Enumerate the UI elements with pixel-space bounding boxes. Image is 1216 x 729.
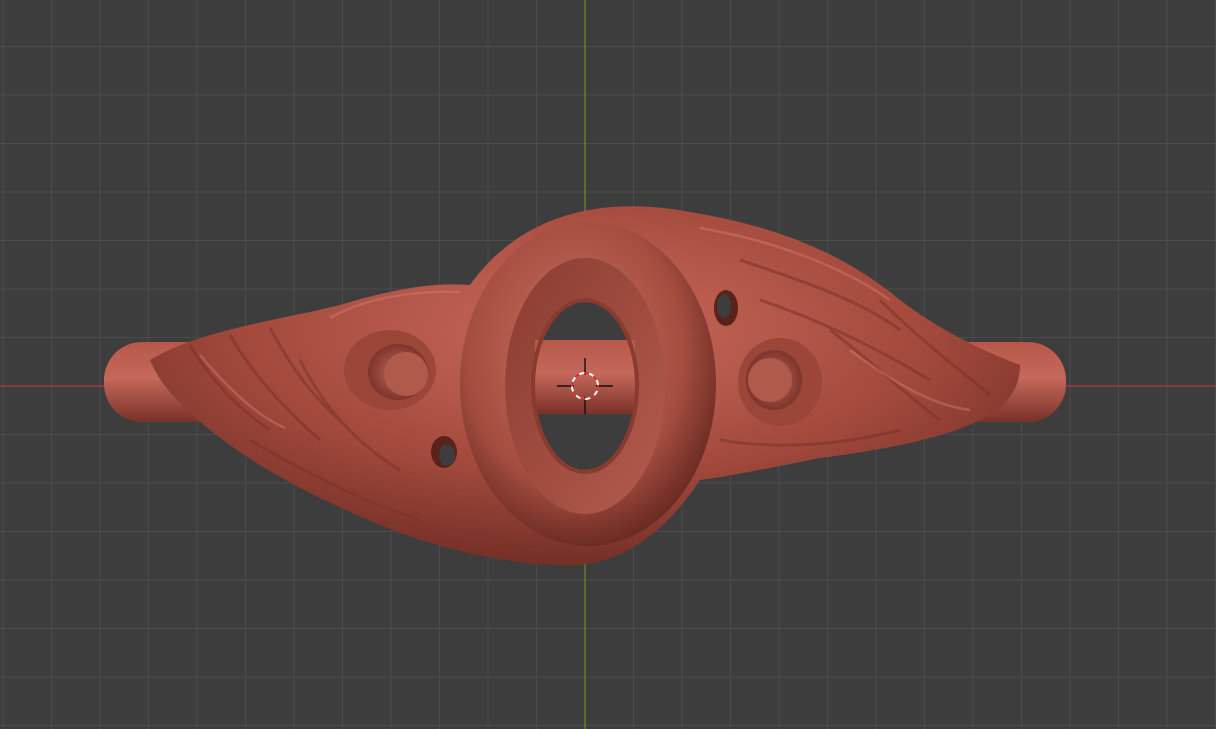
left-hole-shank-view bbox=[384, 352, 428, 396]
left-small-hole-through bbox=[439, 444, 455, 466]
right-hole-shank-view bbox=[748, 358, 792, 402]
viewport-canvas[interactable] bbox=[0, 0, 1216, 729]
sculpted-ring-mesh[interactable] bbox=[104, 206, 1066, 566]
right-small-hole-through bbox=[717, 294, 731, 318]
3d-viewport[interactable] bbox=[0, 0, 1216, 729]
